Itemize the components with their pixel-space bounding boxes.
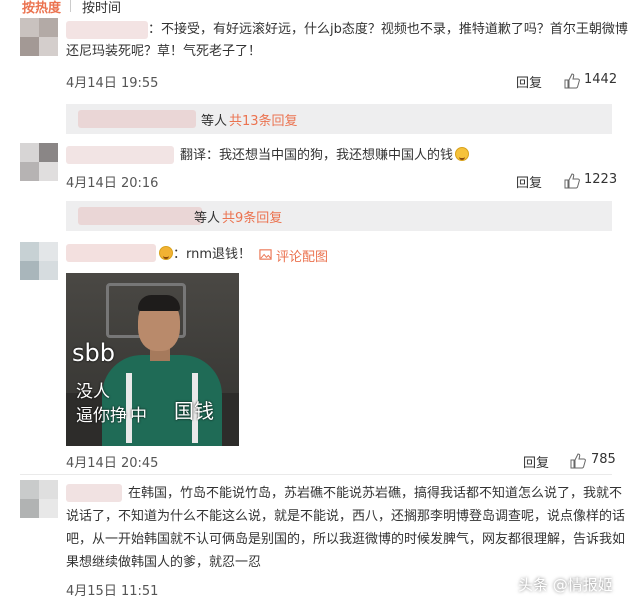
avatar[interactable]	[20, 242, 58, 280]
sort-bar: 按热度 按时间	[0, 0, 630, 16]
comment-timestamp: 4月14日 19:55	[66, 76, 159, 91]
comment-divider	[20, 474, 612, 475]
reply-button[interactable]: 回复	[523, 452, 549, 471]
image-icon	[259, 249, 272, 260]
meme-caption: 逼你挣	[76, 406, 127, 426]
comment-text: 吧，从一开始韩国就不认可俩岛是别国的，所以我逛微博的时候发脾气，网友都很理解，告…	[66, 532, 626, 547]
avatar[interactable]	[20, 480, 58, 518]
view-replies-link[interactable]: 共9条回复	[222, 207, 282, 226]
blurred-username	[66, 146, 174, 164]
blurred-username	[78, 110, 196, 128]
like-count: 785	[591, 452, 616, 467]
meme-caption: 没人	[76, 382, 110, 402]
comment-text: 说话了，不知道为什么不能这么说，就是不能说，西八，还搁那李明博登岛调查呢，说点像…	[66, 509, 626, 524]
blurred-username	[66, 21, 148, 39]
blurred-username	[66, 244, 156, 262]
like-count: 1442	[584, 72, 618, 87]
avatar[interactable]	[20, 143, 58, 181]
comment-text: 翻译：我还想当中国的狗，我还想赚中国人的钱	[180, 145, 470, 167]
avatar[interactable]	[20, 18, 58, 56]
reply-summary[interactable]: 等人 共13条回复	[66, 104, 612, 134]
sort-divider	[70, 0, 71, 12]
watermark: 头条 @情报姬	[518, 576, 613, 594]
comment-text: 还尼玛装死呢？草！气死老子了！	[66, 44, 262, 59]
comment-text: ：rnm退钱！	[157, 244, 251, 266]
reply-summary[interactable]: 等人 共9条回复	[66, 201, 612, 231]
view-replies-link[interactable]: 共13条回复	[229, 110, 298, 129]
sort-by-hot-tab[interactable]: 按热度	[22, 0, 61, 16]
comment-timestamp: 4月15日 11:51	[66, 584, 159, 599]
meme-caption: 中	[130, 406, 147, 426]
comment-timestamp: 4月14日 20:45	[66, 456, 159, 471]
blurred-username	[78, 207, 202, 225]
comment-text: 果想继续做韩国人的爹，就忍一忍	[66, 555, 262, 570]
meme-caption: 国钱	[174, 399, 214, 423]
reply-button[interactable]: 回复	[516, 172, 542, 191]
thumbs-up-icon[interactable]	[570, 453, 586, 469]
meme-caption-big: sbb	[72, 339, 115, 367]
comment-timestamp: 4月14日 20:16	[66, 176, 159, 191]
comment-image[interactable]: sbb 没人 逼你挣 中 国钱	[66, 273, 239, 446]
like-count: 1223	[584, 172, 618, 187]
reply-button[interactable]: 回复	[516, 72, 542, 91]
thumbs-up-icon[interactable]	[564, 173, 580, 189]
grin-emoji-icon	[455, 147, 470, 161]
thumbs-up-icon[interactable]	[564, 73, 580, 89]
comment-image-link[interactable]: 评论配图	[276, 246, 328, 265]
image-hair	[138, 295, 180, 311]
comment-text: ：不接受，有好远滚好远，什么jb态度？视频也不录，推特道歉了吗？首尔王朝微博	[148, 22, 628, 37]
money-face-emoji-icon	[159, 246, 173, 260]
sort-by-time-tab[interactable]: 按时间	[82, 0, 121, 16]
comment-text: 在韩国，竹岛不能说竹岛，苏岩礁不能说苏岩礁，搞得我话都不知道怎么说了，我就不	[128, 486, 623, 501]
blurred-username	[66, 484, 122, 502]
